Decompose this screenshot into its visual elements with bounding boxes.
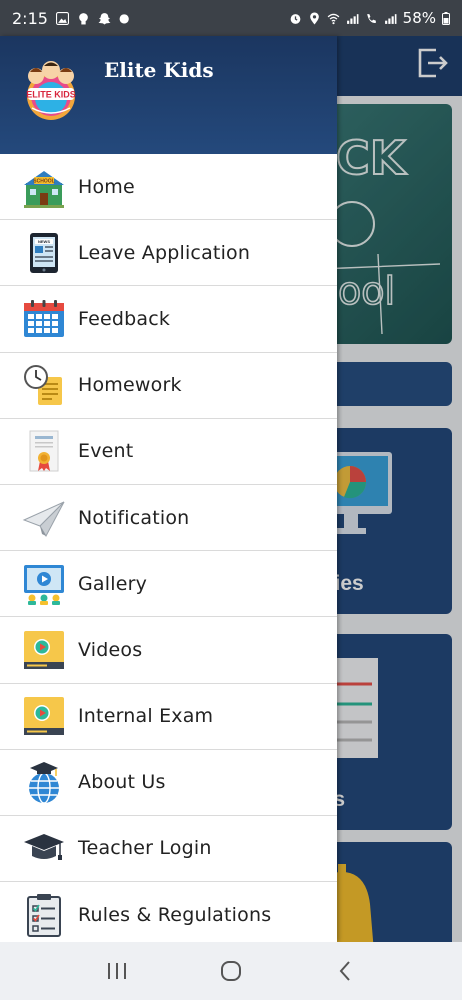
menu-item-gallery[interactable]: Gallery bbox=[0, 551, 337, 618]
signal-2-icon bbox=[384, 13, 397, 24]
home-button[interactable] bbox=[211, 951, 251, 991]
signal-icon bbox=[346, 13, 359, 24]
battery-percent: 58% bbox=[402, 9, 436, 27]
alarm-icon bbox=[290, 13, 301, 24]
video-player-icon bbox=[24, 697, 64, 736]
menu-item-label: Gallery bbox=[78, 572, 148, 595]
gallery-screen-icon bbox=[24, 564, 64, 605]
back-chevron-icon bbox=[339, 961, 350, 981]
menu-item-label: Event bbox=[78, 440, 134, 463]
globe-graduation-icon bbox=[29, 762, 59, 804]
lightbulb-notification-icon bbox=[79, 12, 88, 24]
more-notifications-dot-icon: ● bbox=[118, 11, 130, 25]
svg-text:NEWS: NEWS bbox=[38, 239, 50, 244]
menu-item-leave-application[interactable]: NEWS Leave Application bbox=[0, 220, 337, 287]
menu-item-event[interactable]: Event bbox=[0, 419, 337, 485]
video-player-icon bbox=[24, 630, 64, 669]
menu-item-internal-exam[interactable]: Internal Exam bbox=[0, 684, 337, 750]
brand-title: Elite Kids bbox=[104, 58, 214, 82]
menu-item-label: Videos bbox=[78, 638, 143, 661]
menu-item-label: Home bbox=[78, 175, 135, 198]
certificate-icon bbox=[29, 430, 59, 472]
menu-item-label: Notification bbox=[78, 506, 190, 529]
menu-item-home[interactable]: SCHOOL Home bbox=[0, 154, 337, 221]
status-bar: 2:15 ● 58% bbox=[0, 0, 462, 36]
back-button[interactable] bbox=[325, 951, 365, 991]
home-icon bbox=[221, 961, 241, 981]
menu-item-label: About Us bbox=[78, 771, 166, 794]
clock-notes-icon bbox=[24, 365, 62, 406]
menu-item-label: Leave Application bbox=[78, 241, 251, 264]
menu-item-feedback[interactable]: Feedback bbox=[0, 286, 337, 353]
recent-apps-button[interactable] bbox=[97, 951, 137, 991]
elite-kids-logo: ELITE KIDS bbox=[26, 61, 76, 120]
status-time: 2:15 bbox=[12, 8, 48, 28]
location-icon bbox=[309, 12, 319, 24]
svg-text:SCHOOL: SCHOOL bbox=[33, 178, 54, 184]
menu-item-label: Homework bbox=[78, 374, 182, 397]
drawer-header: ELITE KIDS Elite Kids bbox=[0, 36, 337, 154]
gallery-notification-icon bbox=[55, 11, 69, 25]
recent-apps-icon bbox=[108, 963, 126, 979]
drawer-menu: SCHOOL Home NEWS Leave Application Feedb… bbox=[0, 154, 337, 942]
wifi-icon bbox=[327, 13, 340, 24]
logo-text: ELITE KIDS bbox=[26, 90, 76, 100]
calendar-icon bbox=[24, 299, 64, 337]
graduation-cap-icon bbox=[24, 834, 64, 861]
menu-item-label: Rules & Regulations bbox=[78, 903, 272, 926]
drawer-scrim[interactable] bbox=[337, 36, 462, 942]
system-navigation-bar bbox=[0, 942, 462, 1000]
navigation-drawer: ELITE KIDS Elite Kids SCHOOL Home NEWS L… bbox=[0, 36, 337, 942]
snapchat-icon bbox=[98, 12, 111, 24]
menu-item-homework[interactable]: Homework bbox=[0, 353, 337, 419]
menu-item-videos[interactable]: Videos bbox=[0, 617, 337, 684]
battery-icon bbox=[442, 11, 450, 25]
paper-plane-icon bbox=[22, 501, 65, 537]
menu-item-teacher-login[interactable]: Teacher Login bbox=[0, 816, 337, 883]
menu-item-rules-regulations[interactable]: Rules & Regulations bbox=[0, 882, 337, 942]
menu-item-label: Feedback bbox=[78, 307, 171, 330]
menu-item-about-us[interactable]: About Us bbox=[0, 750, 337, 816]
school-icon: SCHOOL bbox=[24, 170, 64, 208]
tablet-news-icon: NEWS bbox=[30, 232, 58, 273]
wifi-call-icon bbox=[366, 13, 376, 23]
menu-item-notification[interactable]: Notification bbox=[0, 485, 337, 552]
menu-item-label: Teacher Login bbox=[78, 837, 212, 860]
clipboard-checklist-icon bbox=[27, 893, 61, 937]
menu-item-label: Internal Exam bbox=[78, 705, 214, 728]
